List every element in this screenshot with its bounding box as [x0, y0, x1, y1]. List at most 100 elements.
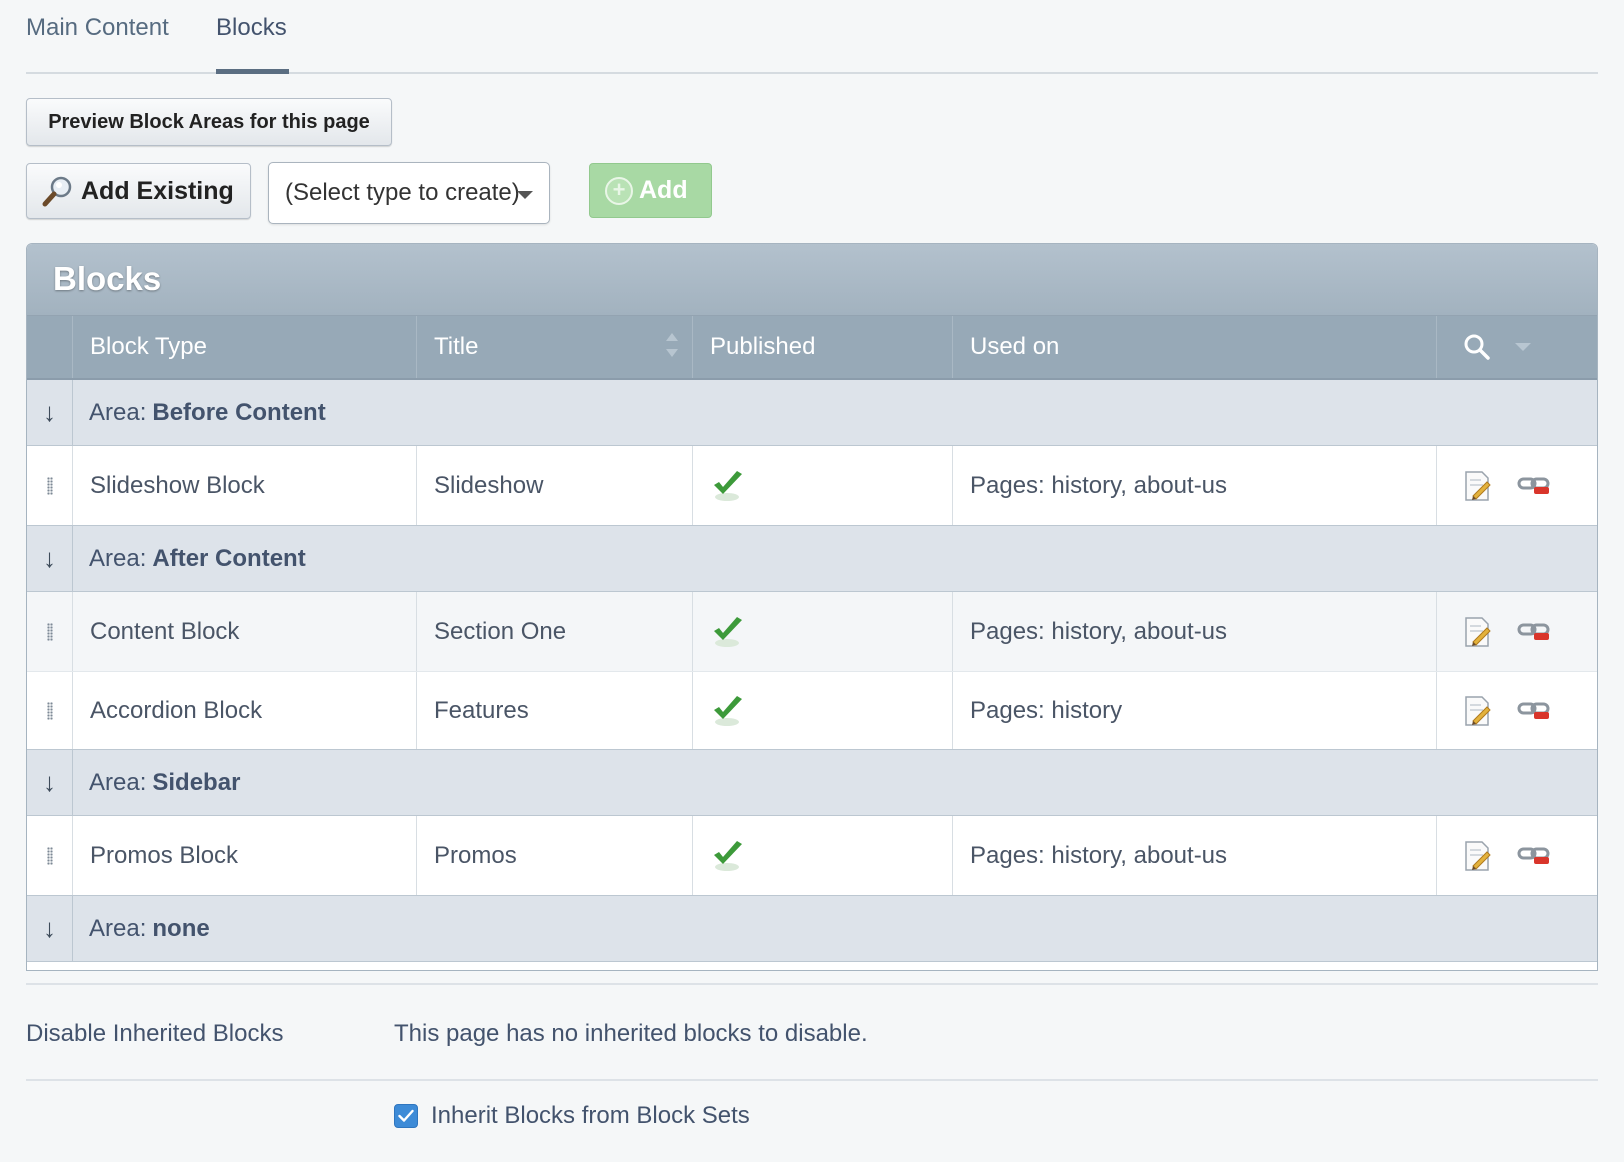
area-name: Sidebar — [152, 768, 241, 796]
header-label: Used on — [970, 333, 1060, 360]
cell-used-on: Pages: history — [953, 672, 1437, 749]
disable-inherited-text: This page has no inherited blocks to dis… — [394, 1020, 868, 1047]
divider — [26, 983, 1598, 985]
area-row-none[interactable]: ↓ Area: none — [27, 896, 1597, 962]
area-prefix: Area: — [89, 398, 147, 426]
drag-handle-icon[interactable] — [46, 622, 53, 641]
cell-published — [693, 446, 953, 525]
cell-title: Features — [417, 672, 693, 749]
cell-actions — [1437, 816, 1597, 895]
inherit-blocks-label[interactable]: Inherit Blocks from Block Sets — [431, 1102, 750, 1130]
cell-title: Slideshow — [417, 446, 693, 525]
drag-handle-icon[interactable] — [46, 701, 53, 720]
area-prefix: Area: — [89, 914, 147, 942]
unlink-icon[interactable] — [1517, 475, 1551, 497]
cell-block-type: Content Block — [73, 592, 417, 671]
table-row[interactable]: Content Block Section One Pages: history… — [27, 592, 1597, 672]
header-title[interactable]: Title — [417, 316, 693, 378]
checkmark-icon — [714, 840, 742, 871]
area-row-after-content[interactable]: ↓ Area: After Content — [27, 526, 1597, 592]
add-existing-label: Add Existing — [81, 176, 234, 205]
area-name: After Content — [152, 544, 306, 572]
active-tab-indicator — [216, 69, 289, 74]
cell-block-type: Promos Block — [73, 816, 417, 895]
header-published[interactable]: Published — [693, 316, 953, 378]
cell-published — [693, 592, 953, 671]
cell-used-on: Pages: history, about-us — [953, 816, 1437, 895]
cell-actions — [1437, 672, 1597, 749]
block-type-select[interactable]: (Select type to create) — [268, 162, 550, 224]
tab-bar: Main Content Blocks — [26, 0, 1598, 74]
edit-icon[interactable] — [1461, 695, 1493, 727]
arrow-down-icon[interactable]: ↓ — [27, 380, 73, 445]
area-name: Before Content — [152, 398, 326, 426]
checkbox-check-icon — [398, 1109, 414, 1122]
cell-used-on: Pages: history, about-us — [953, 446, 1437, 525]
header-spacer — [27, 316, 73, 378]
grid-header-row: Block Type Title Published Used on — [27, 316, 1597, 380]
inherit-blocks-field: Inherit Blocks from Block Sets — [394, 1102, 750, 1130]
blocks-grid: Blocks Block Type Title Published Used o… — [26, 243, 1598, 971]
header-label: Block Type — [90, 333, 207, 360]
unlink-icon[interactable] — [1517, 621, 1551, 643]
cell-actions — [1437, 592, 1597, 671]
drag-handle[interactable] — [27, 446, 73, 525]
arrow-down-icon[interactable]: ↓ — [27, 526, 73, 591]
divider — [26, 1079, 1598, 1081]
table-row[interactable]: Promos Block Promos Pages: history, abou… — [27, 816, 1597, 896]
disable-inherited-label: Disable Inherited Blocks — [26, 1020, 284, 1047]
header-used-on[interactable]: Used on — [953, 316, 1437, 378]
arrow-down-icon[interactable]: ↓ — [27, 896, 73, 961]
table-row[interactable]: Slideshow Block Slideshow Pages: history… — [27, 446, 1597, 526]
edit-icon[interactable] — [1461, 840, 1493, 872]
grid-title: Blocks — [27, 244, 1597, 316]
tab-blocks[interactable]: Blocks — [216, 14, 287, 42]
area-row-sidebar[interactable]: ↓ Area: Sidebar — [27, 750, 1597, 816]
arrow-down-icon[interactable]: ↓ — [27, 750, 73, 815]
area-label: Area: After Content — [73, 526, 306, 591]
tab-main-content[interactable]: Main Content — [26, 14, 169, 42]
area-prefix: Area: — [89, 544, 147, 572]
drag-handle-icon[interactable] — [46, 846, 53, 865]
cell-published — [693, 672, 953, 749]
inherit-blocks-checkbox[interactable] — [394, 1104, 418, 1128]
cell-block-type: Slideshow Block — [73, 446, 417, 525]
add-existing-button[interactable]: Add Existing — [26, 163, 251, 219]
chevron-down-icon[interactable] — [1515, 343, 1531, 351]
drag-handle[interactable] — [27, 592, 73, 671]
checkmark-icon — [714, 616, 742, 647]
header-label: Title — [434, 333, 479, 360]
header-label: Published — [710, 333, 816, 360]
chevron-down-icon — [517, 191, 533, 199]
select-value: (Select type to create) — [285, 179, 520, 206]
header-block-type[interactable]: Block Type — [73, 316, 417, 378]
search-icon[interactable] — [1463, 333, 1491, 361]
preview-button-label: Preview Block Areas for this page — [48, 110, 370, 133]
preview-block-areas-button[interactable]: Preview Block Areas for this page — [26, 98, 392, 146]
checkmark-icon — [714, 695, 742, 726]
area-name: none — [152, 914, 210, 942]
cell-title: Section One — [417, 592, 693, 671]
area-row-before-content[interactable]: ↓ Area: Before Content — [27, 380, 1597, 446]
header-actions — [1437, 316, 1597, 378]
edit-icon[interactable] — [1461, 470, 1493, 502]
unlink-icon[interactable] — [1517, 700, 1551, 722]
area-prefix: Area: — [89, 768, 147, 796]
add-button-label: Add — [639, 176, 688, 204]
cell-actions — [1437, 446, 1597, 525]
area-label: Area: Sidebar — [73, 750, 240, 815]
add-button[interactable]: + Add — [589, 163, 712, 218]
cell-title: Promos — [417, 816, 693, 895]
edit-icon[interactable] — [1461, 616, 1493, 648]
area-label: Area: none — [73, 896, 210, 961]
area-label: Area: Before Content — [73, 380, 326, 445]
checkmark-icon — [714, 470, 742, 501]
table-row[interactable]: Accordion Block Features Pages: history — [27, 672, 1597, 750]
plus-icon: + — [605, 176, 633, 205]
drag-handle[interactable] — [27, 672, 73, 749]
drag-handle[interactable] — [27, 816, 73, 895]
cell-block-type: Accordion Block — [73, 672, 417, 749]
sort-icon[interactable] — [666, 333, 678, 357]
drag-handle-icon[interactable] — [46, 476, 53, 495]
unlink-icon[interactable] — [1517, 845, 1551, 867]
